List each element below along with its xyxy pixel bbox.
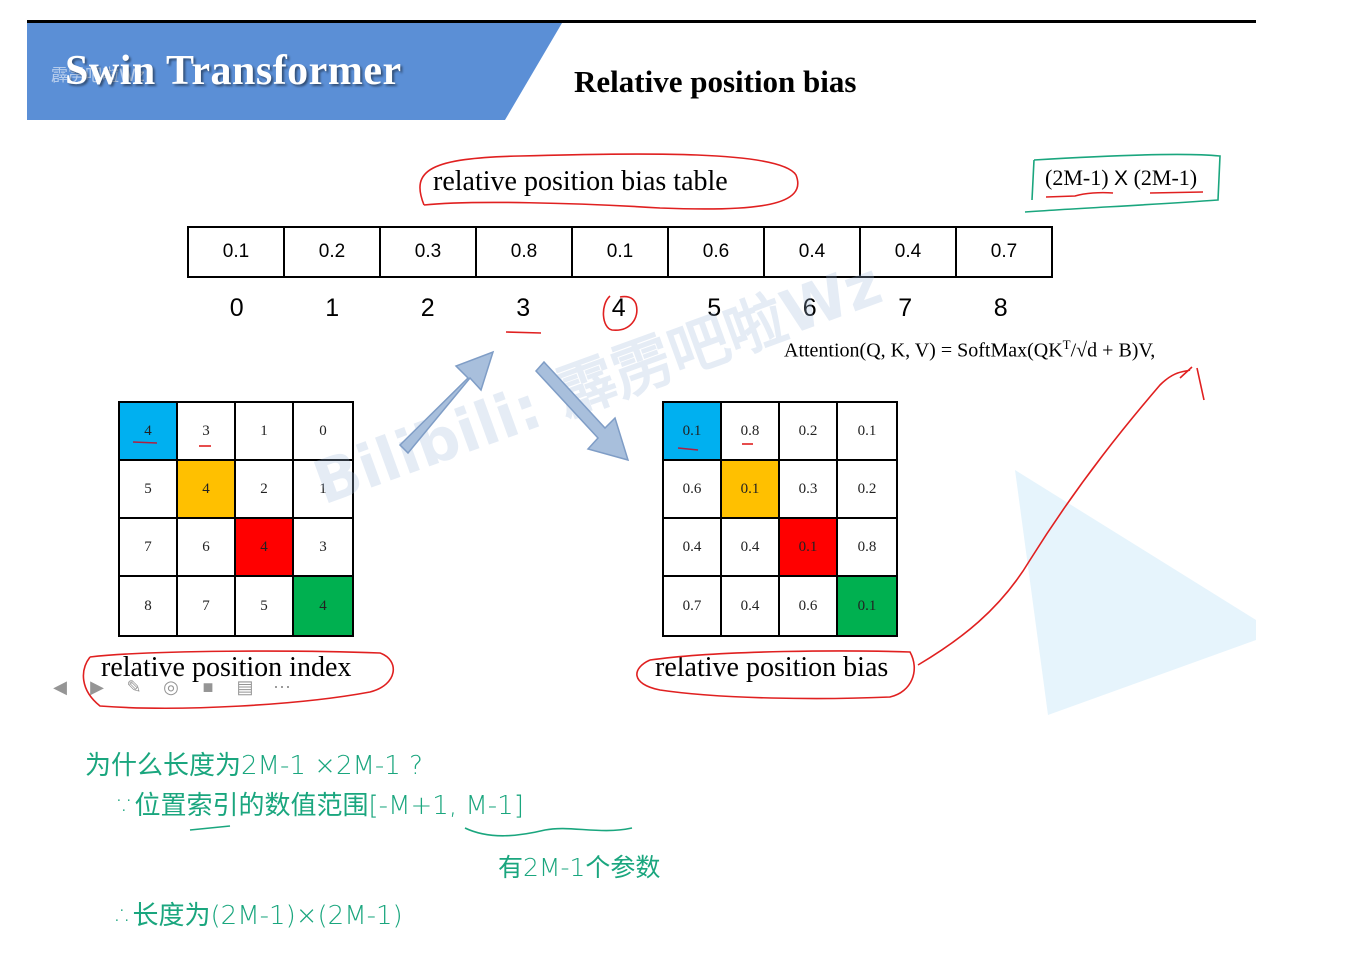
bias-table-index-row: 0 1 2 3 4 5 6 7 8 — [189, 294, 1049, 323]
bias-table-index: 6 — [802, 294, 817, 322]
bias-table-index: 5 — [707, 294, 722, 322]
dims-label: (2M-1) X (2M-1) — [1045, 165, 1197, 191]
index-grid-cell: 4 — [294, 577, 352, 635]
more-icon[interactable]: ⋯ — [270, 675, 294, 699]
player-toolbar: ◀ ▶ ✎ ◎ ■ ▤ ⋯ — [48, 675, 294, 699]
formula-sup: T — [1062, 337, 1071, 352]
bias-to-formula-arrow — [917, 366, 1205, 666]
formula-lhs: Attention(Q, K, V) — [784, 339, 936, 362]
bias-table-index: 8 — [993, 294, 1008, 322]
note-count: 有2M-1个参数 — [498, 853, 661, 882]
index-grid-cell: 6 — [178, 519, 236, 577]
screenshot-icon[interactable]: ◎ — [159, 675, 183, 699]
bias-table-cell: 0.1 — [189, 228, 285, 276]
dims-left: (2M-1) — [1045, 165, 1109, 190]
index-grid-cell: 4 — [120, 403, 178, 461]
formula-eq: = — [935, 339, 958, 362]
underline-index-3 — [505, 331, 542, 334]
bias-table-index: 2 — [420, 294, 435, 322]
index-grid-cell: 5 — [236, 577, 294, 635]
next-icon[interactable]: ▶ — [85, 675, 109, 699]
bias-table-cell: 0.2 — [285, 228, 381, 276]
bias-grid-cell: 0.6 — [664, 461, 722, 519]
bias-table-cell: 0.4 — [861, 228, 957, 276]
bias-grid-cell: 0.1 — [722, 461, 780, 519]
index-grid-cell: 7 — [120, 519, 178, 577]
bias-table-index: 1 — [325, 294, 340, 322]
bias-table-index: 3 — [516, 294, 531, 322]
underline-2m-right — [1149, 191, 1204, 194]
bias-table-index: 0 — [229, 294, 244, 322]
bias-table-cell: 0.6 — [669, 228, 765, 276]
bias-grid-cell: 0.4 — [722, 577, 780, 635]
index-grid-cell: 4 — [236, 519, 294, 577]
bias-grid-cell: 0.1 — [664, 403, 722, 461]
pen-icon[interactable]: ✎ — [122, 675, 146, 699]
note-question: 为什么长度为2M-1 ×2M-1 ? — [85, 751, 423, 781]
index-grid-cell: 3 — [178, 403, 236, 461]
note-therefore: ∴长度为(2M-1)×(2M-1) — [116, 901, 403, 931]
index-grid-cell: 5 — [120, 461, 178, 519]
index-grid-cell: 2 — [236, 461, 294, 519]
index-grid-cell: 3 — [294, 519, 352, 577]
title-banner: 霹雳吧啦Wz Swin Transformer — [27, 23, 562, 120]
index-grid-cell: 8 — [120, 577, 178, 635]
bias-grid-cell: 0.1 — [838, 577, 896, 635]
bias-table-index: 4 — [611, 294, 626, 322]
index-grid-cell: 1 — [236, 403, 294, 461]
bias-table-index: 7 — [898, 294, 913, 322]
bias-table-caption: relative position bias table — [433, 166, 728, 197]
underline-2m-left — [1045, 191, 1114, 198]
up-arrow-icon — [398, 350, 495, 455]
bias-table: 0.1 0.2 0.3 0.8 0.1 0.6 0.4 0.4 0.7 — [187, 226, 1053, 278]
relative-position-index-grid: 4310542176438754 — [118, 401, 354, 637]
index-grid-cell: 1 — [294, 461, 352, 519]
subtitle-icon[interactable]: ▤ — [233, 675, 257, 699]
bias-table-cell: 0.1 — [573, 228, 669, 276]
bias-grid-cell: 0.6 — [780, 577, 838, 635]
index-grid-cell: 0 — [294, 403, 352, 461]
bias-grid-cell: 0.7 — [664, 577, 722, 635]
note-because: ∵位置索引的数值范围[-M+1, M-1] — [118, 791, 524, 821]
bias-table-cell: 0.8 — [477, 228, 573, 276]
attention-formula: Attention(Q, K, V) = SoftMax(QKT/√d + B)… — [784, 337, 1155, 363]
index-grid-cell: 4 — [178, 461, 236, 519]
camera-icon[interactable]: ■ — [196, 675, 220, 699]
bias-grid-cell: 0.4 — [664, 519, 722, 577]
bias-grid-cell: 0.1 — [838, 403, 896, 461]
bias-grid-cell: 0.2 — [838, 461, 896, 519]
formula-rhs-prefix: SoftMax(QK — [957, 339, 1063, 362]
bias-grid-cell: 0.1 — [780, 519, 838, 577]
underline-weizhi — [189, 825, 231, 831]
relative-position-bias-grid: 0.1 0.8 0.2 0.1 0.6 0.1 0.3 0.2 0.4 0.4 0.1 0.8 0.7 0… — [662, 401, 898, 637]
previous-icon[interactable]: ◀ — [48, 675, 72, 699]
bias-grid-cell: 0.3 — [780, 461, 838, 519]
bias-grid-cell: 0.2 — [780, 403, 838, 461]
bias-grid-caption: relative position bias — [655, 652, 889, 683]
dims-times: X — [1114, 167, 1129, 190]
range-brace — [464, 827, 633, 837]
index-grid-cell: 7 — [178, 577, 236, 635]
formula-rhs-mid: /√d + B)V, — [1070, 339, 1156, 362]
bias-grid-cell: 0.8 — [722, 403, 780, 461]
slide-title: Relative position bias — [574, 64, 857, 99]
bias-table-cell: 0.7 — [990, 241, 1018, 262]
bias-table-cell: 0.4 — [765, 228, 861, 276]
banner-title: Swin Transformer — [65, 48, 402, 94]
bias-table-cell: 0.3 — [381, 228, 477, 276]
bias-grid-cell: 0.8 — [838, 519, 896, 577]
bias-grid-cell: 0.4 — [722, 519, 780, 577]
dims-right: (2M-1) — [1133, 165, 1198, 190]
down-arrow-icon — [534, 360, 630, 462]
background-triangle — [1015, 470, 1256, 715]
